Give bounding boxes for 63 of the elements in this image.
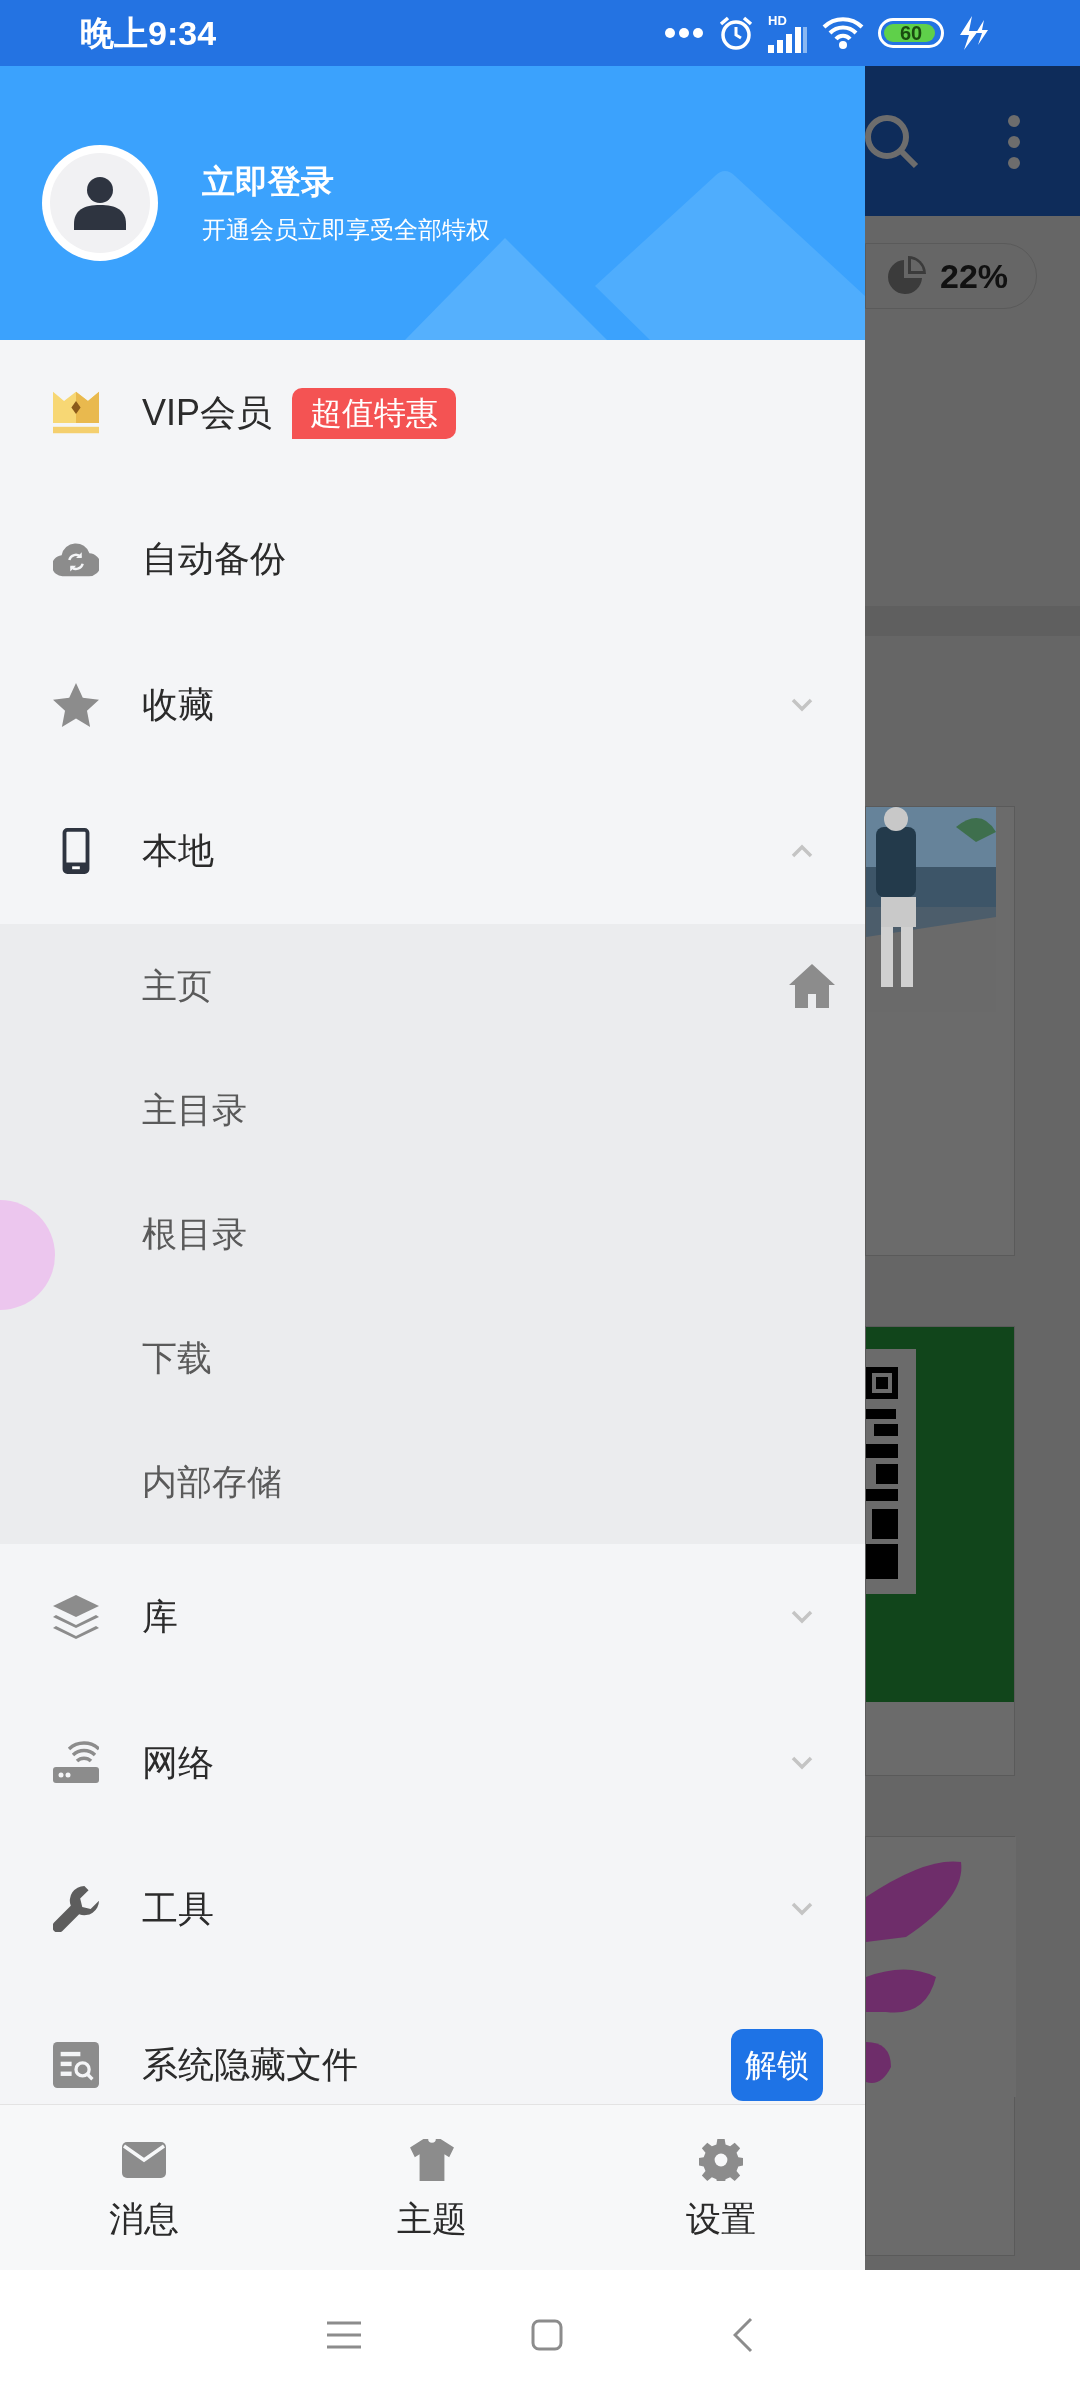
menu-item-label: 本地 [142,829,214,873]
chevron-down-icon [791,698,813,712]
menu-item[interactable]: 本地 [0,778,865,924]
bottom-tab[interactable]: 消息 [0,2105,289,2270]
bottom-tab[interactable]: 主题 [288,2105,577,2270]
more-icon[interactable] [1005,114,1023,170]
menu-item-label: VIP会员 [142,391,273,435]
submenu-item-label: 下载 [142,1336,212,1379]
more-dots-icon [664,27,704,39]
star-icon [53,682,99,728]
menu-item[interactable]: 网络 [0,1690,865,1836]
file-search-icon [53,2042,99,2088]
bottom-tab[interactable]: 设置 [576,2105,865,2270]
wifi-icon [822,16,864,50]
menu-item[interactable]: 自动备份 [0,486,865,632]
menu-item-label: 工具 [142,1887,214,1931]
file-card[interactable] [865,806,1015,1256]
shirt-icon [410,2139,455,2181]
menu-item[interactable]: 工具 [0,1836,865,1982]
menu-item-label: 系统隐藏文件 [142,2043,358,2087]
search-icon[interactable] [865,113,919,171]
home-button-icon[interactable] [531,2319,563,2351]
person-icon [74,176,126,230]
submenu-item-label: 主页 [142,964,212,1007]
menu-item-label: 库 [142,1595,178,1639]
battery-level-text: 60 [898,23,924,43]
menu-item[interactable]: VIP会员 超值特惠 [0,340,865,486]
status-time: 晚上9:34 [80,12,217,54]
file-card[interactable] [865,1326,1015,1776]
crown-icon [53,390,99,436]
network-type-label: HD [768,13,787,27]
storage-percent: 22% [940,255,1009,297]
menu-item-label: 收藏 [142,683,214,727]
menu-item[interactable]: 系统隐藏文件 解锁 [0,1982,865,2104]
layers-icon [53,1594,99,1640]
settings-icon [698,2139,743,2181]
menu-item[interactable]: 收藏 [0,632,865,778]
alarm-icon [718,15,754,51]
charging-icon [958,16,988,50]
submenu-item[interactable]: 下载 [0,1296,865,1420]
chevron-down-icon [791,1756,813,1770]
envelope-icon [122,2139,167,2181]
promo-badge: 超值特惠 [292,387,457,439]
submenu-item-label: 主目录 [142,1088,247,1131]
unlock-button[interactable]: 解锁 [731,2029,823,2101]
wrench-icon [53,1886,99,1932]
submenu-item[interactable]: 主目录 [0,1048,865,1172]
signal-icon [768,26,808,53]
menu-icon[interactable] [327,2321,361,2349]
submenu-item[interactable]: 主页 [0,924,865,1048]
chevron-down-icon [791,1902,813,1916]
menu-item[interactable]: 库 [0,1544,865,1690]
submenu-item-label: 根目录 [142,1212,247,1255]
submenu-item[interactable]: 内部存储 [0,1420,865,1544]
chevron-up-icon [791,844,813,858]
submenu-item-label: 内部存储 [142,1460,282,1503]
chevron-down-icon [791,1610,813,1624]
router-icon [53,1740,99,1786]
menu-item-label: 自动备份 [142,537,286,581]
pie-chart-icon [886,256,926,296]
login-subtitle: 开通会员立即享受全部特权 [202,214,490,245]
menu-item-label: 网络 [142,1741,214,1785]
back-icon[interactable] [733,2317,753,2353]
